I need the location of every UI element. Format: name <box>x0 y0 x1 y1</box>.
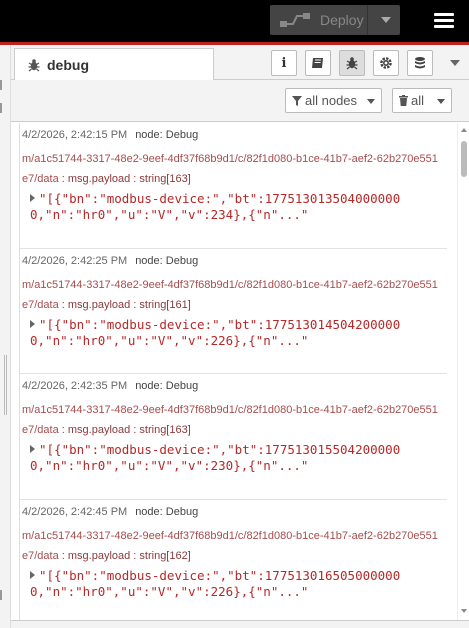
bug-icon <box>346 57 358 70</box>
sidebar-resize-handle[interactable] <box>4 355 7 415</box>
message-node-link[interactable]: node: Debug <box>135 255 198 267</box>
trash-icon <box>399 95 408 106</box>
debug-message: 4/2/2026, 2:42:35 PM node: Debug m/a1c517… <box>20 374 447 500</box>
message-meta: 4/2/2026, 2:42:35 PM node: Debug <box>22 380 198 392</box>
message-topic: m/a1c51744-3317-48e2-9eef-4df37f68b9d1/c… <box>22 275 442 315</box>
context-tab-button[interactable] <box>407 50 433 76</box>
message-meta: 4/2/2026, 2:42:25 PM node: Debug <box>22 255 198 267</box>
deploy-divider <box>367 5 368 35</box>
debug-message: 4/2/2026, 2:42:15 PM node: Debug m/a1c517… <box>20 123 447 249</box>
message-payload[interactable]: "[{"bn":"modbus-device:","bt":1775130135… <box>30 191 446 223</box>
filter-nodes-label: all nodes <box>305 93 358 108</box>
message-type: : msg.payload : string[163] <box>58 424 191 436</box>
expand-triangle-icon[interactable] <box>30 320 35 328</box>
clear-messages-label: all <box>411 93 425 108</box>
app-header: Deploy <box>0 0 469 42</box>
debug-message-list[interactable]: 4/2/2026, 2:42:15 PM node: Debug m/a1c517… <box>19 123 447 620</box>
gutter-mark <box>0 590 2 600</box>
message-timestamp: 4/2/2026, 2:42:25 PM <box>22 255 128 267</box>
book-icon <box>312 58 323 68</box>
debug-message: 4/2/2026, 2:42:25 PM node: Debug m/a1c517… <box>20 249 447 374</box>
debug-message: 4/2/2026, 2:42:45 PM node: Debug m/a1c517… <box>20 500 447 620</box>
message-payload-value: "[{"bn":"modbus-device:","bt":1775130135… <box>30 191 401 222</box>
expand-triangle-icon[interactable] <box>30 571 35 579</box>
debug-toolbar: all nodes all <box>11 80 469 122</box>
sidebar-footer <box>11 620 469 628</box>
message-meta: 4/2/2026, 2:42:15 PM node: Debug <box>22 129 198 141</box>
filter-nodes-button[interactable]: all nodes <box>285 88 382 113</box>
message-timestamp: 4/2/2026, 2:42:45 PM <box>22 506 128 518</box>
scroll-up-arrow-icon[interactable] <box>461 128 467 132</box>
gear-icon <box>380 57 392 69</box>
info-icon: i <box>281 55 287 71</box>
workspace-edge <box>0 45 11 628</box>
chevron-down-icon <box>437 99 445 104</box>
message-type: : msg.payload : string[163] <box>58 173 191 185</box>
config-tab-button[interactable] <box>373 50 399 76</box>
message-timestamp: 4/2/2026, 2:42:35 PM <box>22 380 128 392</box>
sidebar-tab-bar: debug i <box>11 45 469 81</box>
bug-icon <box>28 59 40 72</box>
hamburger-icon <box>434 13 454 16</box>
hamburger-icon-line <box>434 19 454 22</box>
main-menu-button[interactable] <box>426 6 462 34</box>
message-payload-value: "[{"bn":"modbus-device:","bt":1775130155… <box>30 442 401 473</box>
gutter-mark <box>0 103 2 113</box>
gutter-mark <box>0 80 2 90</box>
clear-messages-button[interactable]: all <box>392 88 452 113</box>
message-node-link[interactable]: node: Debug <box>135 129 198 141</box>
filter-icon <box>292 95 302 106</box>
message-node-link[interactable]: node: Debug <box>135 380 198 392</box>
chevron-down-icon <box>367 99 375 104</box>
message-timestamp: 4/2/2026, 2:42:15 PM <box>22 129 128 141</box>
expand-triangle-icon[interactable] <box>30 194 35 202</box>
deploy-menu-caret-icon[interactable] <box>381 17 391 23</box>
deploy-flow-icon <box>280 13 310 27</box>
debug-list-scrollbar[interactable] <box>457 123 469 620</box>
sidebar-tab-menu-caret-icon[interactable] <box>450 60 460 66</box>
expand-triangle-icon[interactable] <box>30 445 35 453</box>
debug-tab-button[interactable] <box>339 50 365 76</box>
message-type: : msg.payload : string[162] <box>58 550 191 562</box>
deploy-button[interactable]: Deploy <box>270 5 400 35</box>
database-icon <box>415 57 425 69</box>
message-node-link[interactable]: node: Debug <box>135 506 198 518</box>
tab-debug-label: debug <box>47 57 89 73</box>
message-topic: m/a1c51744-3317-48e2-9eef-4df37f68b9d1/c… <box>22 149 442 189</box>
message-meta: 4/2/2026, 2:42:45 PM node: Debug <box>22 506 198 518</box>
hamburger-icon-line <box>434 25 454 28</box>
info-tab-button[interactable]: i <box>271 50 297 76</box>
deploy-label: Deploy <box>320 12 364 28</box>
scroll-down-arrow-icon[interactable] <box>461 609 467 613</box>
help-tab-button[interactable] <box>305 50 331 76</box>
message-payload[interactable]: "[{"bn":"modbus-device:","bt":1775130155… <box>30 442 446 474</box>
message-topic: m/a1c51744-3317-48e2-9eef-4df37f68b9d1/c… <box>22 400 442 440</box>
message-topic: m/a1c51744-3317-48e2-9eef-4df37f68b9d1/c… <box>22 526 442 566</box>
message-payload[interactable]: "[{"bn":"modbus-device:","bt":1775130165… <box>30 568 446 600</box>
scrollbar-thumb[interactable] <box>461 141 467 177</box>
message-payload[interactable]: "[{"bn":"modbus-device:","bt":1775130145… <box>30 317 446 349</box>
message-type: : msg.payload : string[161] <box>58 299 191 311</box>
message-payload-value: "[{"bn":"modbus-device:","bt":1775130165… <box>30 568 401 599</box>
message-payload-value: "[{"bn":"modbus-device:","bt":1775130145… <box>30 317 401 348</box>
tab-debug[interactable]: debug <box>14 48 214 81</box>
